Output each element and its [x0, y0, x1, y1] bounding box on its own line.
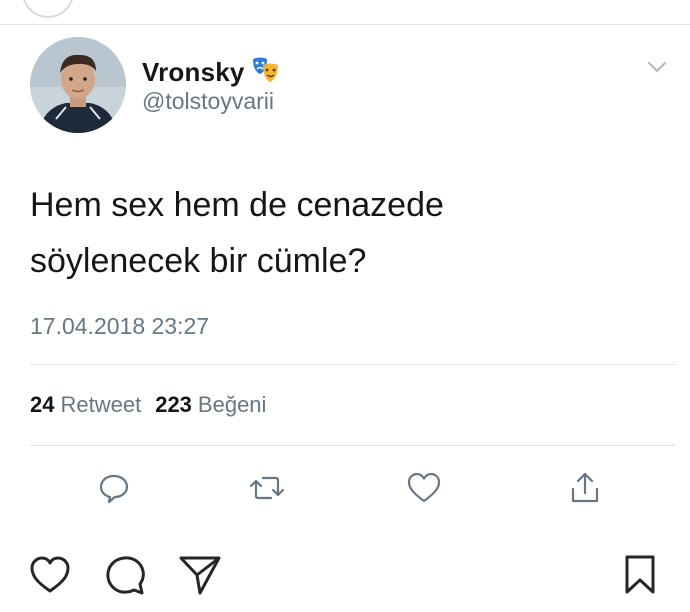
retweet-icon[interactable] — [247, 468, 287, 508]
tweet-action-bar — [0, 468, 690, 508]
performing-arts-masks-icon — [251, 55, 281, 90]
share-icon[interactable] — [565, 468, 605, 508]
tweet-timestamp[interactable]: 17.04.2018 23:27 — [30, 313, 209, 340]
divider — [30, 445, 675, 446]
engagement-stats: 24 Retweet 223 Beğeni — [30, 392, 274, 418]
retweet-label[interactable]: Retweet — [60, 392, 141, 418]
comment-icon[interactable] — [103, 553, 147, 597]
bookmark-icon[interactable] — [618, 553, 662, 597]
like-icon[interactable] — [404, 468, 444, 508]
chevron-down-icon[interactable] — [646, 59, 668, 75]
send-icon[interactable] — [178, 553, 222, 597]
reply-icon[interactable] — [94, 468, 134, 508]
name-row: Vronsky — [142, 55, 281, 90]
tweet-card: Vronsky @tolstoyvarii Hem sex hem de cen… — [0, 25, 690, 538]
heart-icon[interactable] — [28, 553, 72, 597]
previous-avatar-edge — [22, 0, 74, 18]
user-handle[interactable]: @tolstoyvarii — [142, 88, 274, 115]
instagram-action-bar — [0, 545, 690, 612]
like-count[interactable]: 223 — [155, 392, 192, 418]
avatar[interactable] — [30, 37, 126, 133]
retweet-count[interactable]: 24 — [30, 392, 54, 418]
divider — [30, 364, 675, 365]
previous-post-strip — [0, 0, 690, 24]
like-label[interactable]: Beğeni — [198, 392, 267, 418]
tweet-text: Hem sex hem de cenazede söylenecek bir c… — [30, 177, 650, 289]
tweet-text-line: Hem sex hem de cenazede — [30, 186, 444, 224]
display-name[interactable]: Vronsky — [142, 57, 245, 88]
tweet-text-line: söylenecek bir cümle? — [30, 242, 367, 280]
